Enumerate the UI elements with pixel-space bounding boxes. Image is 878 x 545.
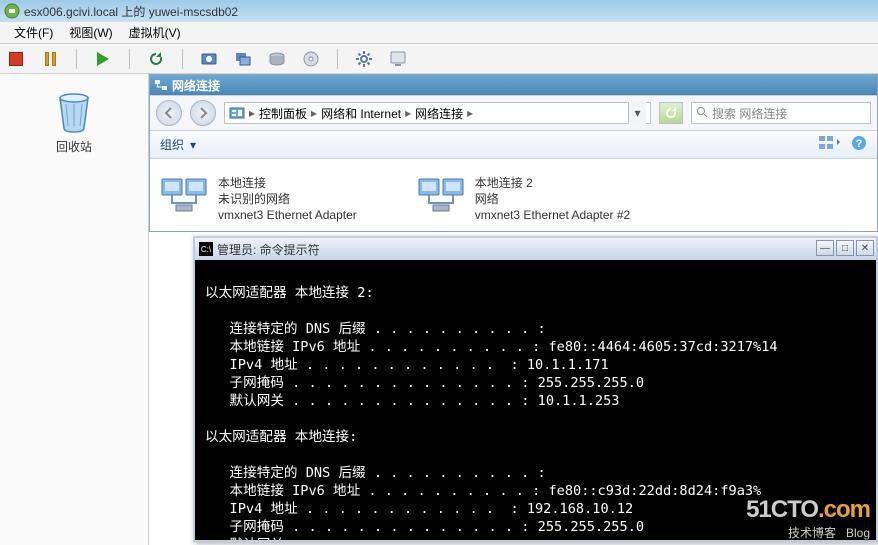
play-button[interactable] bbox=[93, 49, 113, 69]
svg-text:?: ? bbox=[856, 138, 863, 150]
search-placeholder: 搜索 网络连接 bbox=[712, 105, 787, 122]
cmd-titlebar[interactable]: C:\ 管理员: 命令提示符 — □ ✕ bbox=[195, 238, 876, 260]
breadcrumb-network-internet[interactable]: 网络和 Internet bbox=[321, 105, 401, 122]
stop-button[interactable] bbox=[6, 49, 26, 69]
network-window-title: 网络连接 bbox=[172, 77, 220, 94]
menu-vm[interactable]: 虚拟机(V) bbox=[121, 24, 189, 41]
view-icon[interactable] bbox=[819, 135, 841, 154]
vsphere-titlebar: esx006.gcivi.local 上的 yuwei-mscsdb02 bbox=[0, 0, 878, 22]
breadcrumb[interactable]: ▸ 控制面板 ▸ 网络和 Internet ▸ 网络连接 ▸ ▾ bbox=[224, 102, 651, 124]
help-icon[interactable]: ? bbox=[851, 135, 867, 154]
chevron-right-icon: ▸ bbox=[249, 106, 255, 120]
connections-list: 本地连接 未识别的网络 vmxnet3 Ethernet Adapter 本地连… bbox=[150, 159, 877, 231]
breadcrumb-network-connections[interactable]: 网络连接 bbox=[415, 105, 463, 122]
vm-icon[interactable] bbox=[388, 49, 408, 69]
refresh-button[interactable] bbox=[659, 102, 683, 124]
command-bar: 组织 ▾ ? bbox=[150, 131, 877, 159]
pause-button[interactable] bbox=[40, 49, 60, 69]
connection-adapter: vmxnet3 Ethernet Adapter bbox=[218, 207, 357, 223]
connection-status: 网络 bbox=[475, 191, 630, 207]
back-button[interactable] bbox=[156, 100, 182, 126]
organize-button[interactable]: 组织 bbox=[160, 136, 184, 153]
window-title: esx006.gcivi.local 上的 yuwei-mscsdb02 bbox=[24, 3, 238, 20]
gear-icon[interactable] bbox=[354, 49, 374, 69]
network-adapter-icon bbox=[417, 175, 465, 217]
connection-name: 本地连接 2 bbox=[475, 175, 630, 191]
network-adapter-icon bbox=[160, 175, 208, 217]
forward-button[interactable] bbox=[190, 100, 216, 126]
network-connections-window: 网络连接 ▸ 控制面板 ▸ 网络和 Internet ▸ bbox=[149, 74, 878, 232]
separator bbox=[129, 49, 130, 69]
recycle-bin-label: 回收站 bbox=[50, 138, 98, 155]
control-panel-icon bbox=[229, 105, 245, 121]
disk-icon[interactable] bbox=[267, 49, 287, 69]
search-icon bbox=[696, 106, 708, 121]
recycle-bin[interactable]: 回收站 bbox=[50, 86, 98, 155]
toolbar bbox=[0, 44, 878, 74]
separator bbox=[76, 49, 77, 69]
cmd-icon: C:\ bbox=[199, 242, 213, 256]
cd-icon[interactable] bbox=[301, 49, 321, 69]
breadcrumb-dropdown-button[interactable]: ▾ bbox=[628, 102, 646, 124]
separator bbox=[337, 49, 338, 69]
menu-file[interactable]: 文件(F) bbox=[6, 24, 61, 41]
menu-bar: 文件(F) 视图(W) 虚拟机(V) bbox=[0, 22, 878, 44]
connection-item[interactable]: 本地连接 2 网络 vmxnet3 Ethernet Adapter #2 bbox=[417, 175, 630, 223]
breadcrumb-control-panel[interactable]: 控制面板 bbox=[259, 105, 307, 122]
snapshot-manager-icon[interactable] bbox=[233, 49, 253, 69]
menu-view[interactable]: 视图(W) bbox=[61, 24, 120, 41]
chevron-right-icon: ▸ bbox=[405, 106, 411, 120]
connection-status: 未识别的网络 bbox=[218, 191, 357, 207]
network-window-titlebar: 网络连接 bbox=[150, 75, 877, 95]
vsphere-icon bbox=[4, 3, 20, 19]
maximize-button[interactable]: □ bbox=[836, 240, 854, 256]
connection-name: 本地连接 bbox=[218, 175, 357, 191]
cmd-title: 管理员: 命令提示符 bbox=[217, 241, 320, 258]
separator bbox=[182, 49, 183, 69]
search-input[interactable]: 搜索 网络连接 bbox=[691, 102, 871, 124]
watermark-site: 51CTO bbox=[746, 496, 818, 523]
network-icon bbox=[154, 78, 168, 92]
watermark: 51CTO.com 技术博客 Blog bbox=[746, 496, 870, 541]
connection-item[interactable]: 本地连接 未识别的网络 vmxnet3 Ethernet Adapter bbox=[160, 175, 357, 223]
watermark-sub: 技术博客 bbox=[788, 526, 836, 540]
chevron-down-icon: ▾ bbox=[190, 138, 196, 152]
nav-row: ▸ 控制面板 ▸ 网络和 Internet ▸ 网络连接 ▸ ▾ bbox=[150, 95, 877, 131]
snapshot-icon[interactable] bbox=[199, 49, 219, 69]
chevron-right-icon: ▸ bbox=[467, 106, 473, 120]
watermark-dotcom: .com bbox=[818, 496, 870, 523]
minimize-button[interactable]: — bbox=[816, 240, 834, 256]
desktop-area: 回收站 bbox=[0, 74, 148, 545]
chevron-right-icon: ▸ bbox=[311, 106, 317, 120]
watermark-blog: Blog bbox=[846, 526, 870, 540]
connection-adapter: vmxnet3 Ethernet Adapter #2 bbox=[475, 207, 630, 223]
close-button[interactable]: ✕ bbox=[856, 240, 874, 256]
recycle-bin-icon bbox=[50, 86, 98, 134]
refresh-icon[interactable] bbox=[146, 49, 166, 69]
